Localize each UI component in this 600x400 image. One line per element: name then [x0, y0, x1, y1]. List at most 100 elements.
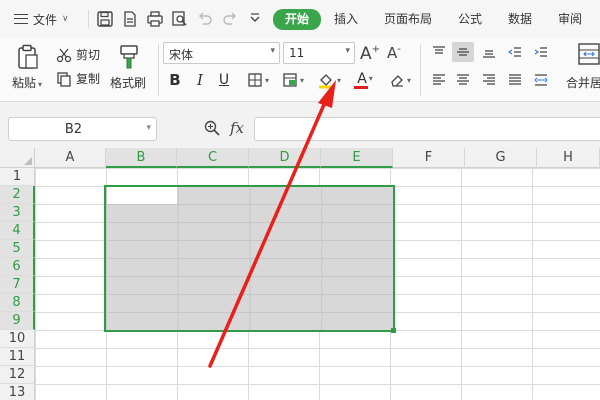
row-header[interactable]: 9: [0, 312, 35, 330]
row-header[interactable]: 10: [0, 330, 35, 348]
cut-button[interactable]: 剪切: [56, 46, 100, 63]
font-name-select[interactable]: 宋体 ▾: [163, 42, 280, 64]
paste-icon[interactable]: [16, 44, 40, 70]
spreadsheet-grid: A B C D E F G H 1 2 3 4 5 6 7 8 9 10 11 …: [0, 148, 600, 400]
increase-indent-button[interactable]: [530, 42, 552, 62]
row-header[interactable]: 8: [0, 294, 35, 312]
divider: [88, 10, 89, 28]
print-icon[interactable]: [146, 10, 164, 28]
row-header[interactable]: 3: [0, 204, 35, 222]
print-preview-icon[interactable]: [171, 10, 189, 28]
align-middle-button[interactable]: [452, 42, 474, 62]
column-header-d[interactable]: D: [249, 148, 321, 168]
decrease-indent-button[interactable]: [504, 42, 526, 62]
customize-toolbar-icon[interactable]: [246, 10, 264, 28]
row-header[interactable]: 13: [0, 384, 35, 400]
align-left-icon: [433, 74, 445, 85]
bold-button[interactable]: B: [166, 70, 184, 90]
align-bottom-button[interactable]: [478, 42, 500, 62]
tab-home[interactable]: 开始: [273, 9, 322, 30]
column-header-g[interactable]: G: [465, 148, 537, 168]
tab-insert[interactable]: 插入: [334, 9, 358, 30]
name-box[interactable]: B2 ▾: [8, 117, 157, 141]
row-header[interactable]: 5: [0, 240, 35, 258]
cut-label: 剪切: [76, 48, 101, 62]
merge-center-icon[interactable]: [578, 42, 600, 66]
hamburger-icon: [14, 14, 28, 24]
increase-font-size-icon[interactable]: A+: [360, 44, 380, 64]
tab-review[interactable]: 审阅: [558, 9, 582, 30]
name-box-value: B2: [64, 122, 83, 137]
align-left-button[interactable]: [428, 70, 450, 90]
chevron-down-icon: ▾: [336, 75, 341, 85]
file-menu-button[interactable]: 文件 ∨: [14, 10, 69, 28]
save-icon[interactable]: [96, 10, 114, 28]
row-header[interactable]: 4: [0, 222, 35, 240]
chevron-down-icon: ▾: [38, 80, 43, 89]
font-size-select[interactable]: 11 ▾: [283, 42, 355, 64]
column-header-h[interactable]: H: [537, 148, 600, 168]
column-header-b[interactable]: B: [106, 148, 177, 168]
row-header[interactable]: 6: [0, 258, 35, 276]
row-header[interactable]: 7: [0, 276, 35, 294]
font-size-value: 11: [289, 46, 305, 60]
chevron-down-icon: ▾: [270, 46, 275, 56]
redo-icon[interactable]: [221, 10, 239, 28]
column-header-c[interactable]: C: [177, 148, 249, 168]
zoom-icon[interactable]: [203, 119, 221, 137]
align-top-button[interactable]: [428, 42, 450, 62]
justify-button[interactable]: [504, 70, 526, 90]
chevron-down-icon: ∨: [62, 14, 69, 24]
tab-data[interactable]: 数据: [508, 9, 532, 30]
align-right-button[interactable]: [478, 70, 500, 90]
cell-style-button[interactable]: ▾: [278, 70, 308, 90]
chevron-down-icon: ▾: [264, 75, 269, 85]
merge-center-button[interactable]: 合并居: [566, 74, 600, 91]
tab-formulas[interactable]: 公式: [458, 9, 482, 30]
align-middle-icon: [457, 48, 469, 56]
chevron-down-icon: ▾: [299, 75, 304, 85]
fill-color-button[interactable]: ▾: [314, 70, 344, 90]
decrease-font-size-icon[interactable]: A-: [387, 44, 401, 62]
distributed-align-button[interactable]: [530, 70, 552, 90]
align-right-icon: [483, 74, 495, 85]
font-color-label: A: [357, 70, 367, 87]
column-header-a[interactable]: A: [35, 148, 106, 168]
copy-icon: [57, 71, 71, 87]
divider: [420, 44, 421, 96]
row-header[interactable]: 1: [0, 168, 35, 186]
select-all-corner[interactable]: [0, 148, 35, 168]
formula-bar: B2 ▾ fx: [0, 102, 600, 148]
clear-format-button[interactable]: ▾: [386, 70, 414, 90]
column-header-e[interactable]: E: [321, 148, 393, 168]
output-pdf-icon[interactable]: [121, 10, 139, 28]
borders-icon: [248, 73, 262, 87]
align-center-icon: [457, 74, 469, 85]
paste-label: 粘贴: [12, 76, 37, 90]
row-header[interactable]: 2: [0, 186, 35, 204]
borders-button[interactable]: ▾: [244, 70, 272, 90]
align-top-icon: [433, 46, 445, 54]
underline-button[interactable]: U: [216, 70, 232, 90]
row-header[interactable]: 11: [0, 348, 35, 366]
cell-style-icon: [283, 73, 297, 87]
align-center-button[interactable]: [452, 70, 474, 90]
tab-page-layout[interactable]: 页面布局: [384, 9, 432, 30]
chevron-down-icon: ▾: [345, 46, 350, 56]
file-menu-label: 文件: [33, 12, 58, 27]
formula-input[interactable]: [254, 117, 600, 141]
fill-handle[interactable]: [391, 328, 396, 333]
eraser-icon: [391, 75, 403, 87]
copy-button[interactable]: 复制: [56, 70, 100, 87]
column-header-f[interactable]: F: [393, 148, 465, 168]
insert-function-button[interactable]: fx: [230, 119, 244, 137]
undo-icon[interactable]: [196, 10, 214, 28]
format-painter-icon[interactable]: [117, 44, 141, 70]
selection-border: [104, 185, 395, 332]
font-color-button[interactable]: A ▾: [350, 70, 380, 90]
italic-button[interactable]: I: [192, 70, 208, 90]
menu-bar: 文件 ∨ 开始 插入 页面布局 公式 数据 审阅: [0, 0, 600, 38]
row-header[interactable]: 12: [0, 366, 35, 384]
format-painter-button[interactable]: 格式刷: [110, 74, 146, 91]
paste-button[interactable]: 粘贴 ▾: [12, 74, 42, 91]
